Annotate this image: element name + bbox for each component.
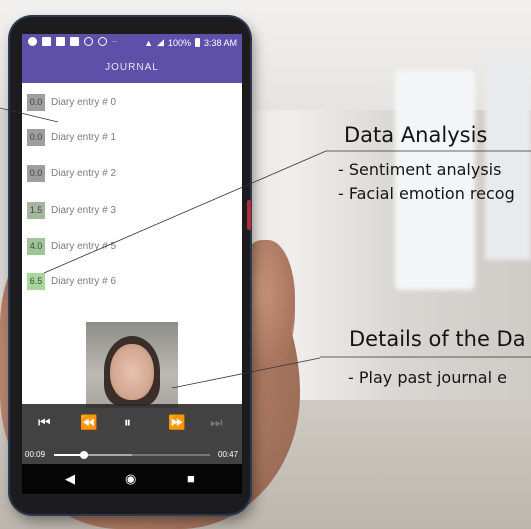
- diary-entry-row[interactable]: 4.0 Diary entry # 5: [27, 237, 116, 255]
- diary-entry-label: Diary entry # 6: [51, 275, 117, 287]
- instagram-icon: [98, 37, 107, 46]
- seek-handle[interactable]: [79, 451, 88, 459]
- diary-entry-label: Diary entry # 3: [51, 204, 117, 216]
- status-right: ▲ ◢ 100% 3:38 AM: [144, 37, 237, 48]
- wifi-icon: ▲: [144, 37, 154, 48]
- sentiment-score-badge: 6.5: [27, 272, 45, 290]
- sentiment-score-badge: 4.0: [27, 237, 45, 255]
- callout-title-data-analysis: Data Analysis: [344, 123, 488, 147]
- seek-bar[interactable]: [54, 451, 210, 459]
- diary-entry-label: Diary entry # 0: [51, 96, 117, 108]
- notification-icon: [28, 37, 37, 46]
- diary-entry-label: Diary entry # 5: [51, 240, 117, 252]
- skip-next-icon: ⏭: [210, 414, 223, 430]
- sentiment-score-badge: 0.0: [27, 128, 45, 146]
- phone-side-button: [247, 200, 251, 230]
- diary-entry-row[interactable]: 0.0 Diary entry # 0: [27, 93, 116, 111]
- home-icon[interactable]: ◉: [125, 471, 136, 487]
- battery-percent: 100%: [167, 37, 191, 48]
- clock: 3:38 AM: [203, 37, 237, 48]
- recents-icon[interactable]: ■: [187, 471, 195, 486]
- skip-previous-icon[interactable]: ⏮: [38, 414, 51, 431]
- elapsed-time: 00:09: [25, 450, 46, 459]
- diary-entry-row[interactable]: 1.5 Diary entry # 3: [27, 201, 116, 219]
- more-notifications-icon: ··: [112, 37, 118, 46]
- callout-item-facial-emotion: - Facial emotion recog: [338, 184, 515, 203]
- sentiment-score-badge: 0.0: [27, 164, 45, 182]
- pause-icon[interactable]: ⏸: [124, 414, 131, 431]
- fast-forward-icon[interactable]: ⏩: [168, 414, 185, 431]
- diary-entry-row[interactable]: 6.5 Diary entry # 6: [27, 272, 116, 290]
- callout-title-details: Details of the Da: [349, 327, 526, 351]
- sentiment-score-badge: 0.0: [27, 93, 45, 111]
- app-bar: JOURNAL: [22, 53, 242, 83]
- sync-icon: [84, 37, 93, 46]
- diary-entry-row[interactable]: 0.0 Diary entry # 1: [27, 128, 116, 146]
- battery-icon: [194, 38, 200, 47]
- video-person-face: [110, 344, 154, 400]
- back-icon[interactable]: ◀: [65, 471, 75, 487]
- total-time: 00:47: [218, 450, 239, 459]
- callout-item-sentiment: - Sentiment analysis: [338, 160, 502, 179]
- background-window: [395, 70, 475, 290]
- sentiment-score-badge: 1.5: [27, 201, 45, 219]
- video-preview[interactable]: [86, 322, 178, 408]
- media-player-controls: ⏮ ⏪ ⏸ ⏩ ⏭ 00:09 00:47: [22, 404, 242, 464]
- phone-screen: ·· ▲ ◢ 100% 3:38 AM JOURNAL 0.0 Diary ent…: [22, 34, 242, 494]
- calendar-icon: [70, 37, 79, 46]
- android-nav-bar: ◀ ◉ ■: [22, 464, 242, 494]
- diary-entry-label: Diary entry # 2: [51, 167, 117, 179]
- app-title: JOURNAL: [105, 62, 159, 73]
- status-bar: ·· ▲ ◢ 100% 3:38 AM: [22, 34, 242, 53]
- image-icon: [56, 37, 65, 46]
- callout-item-play-past: - Play past journal e: [348, 368, 507, 387]
- notification-icons: ··: [28, 37, 117, 46]
- diary-entry-row[interactable]: 0.0 Diary entry # 2: [27, 164, 116, 182]
- rewind-icon[interactable]: ⏪: [80, 414, 97, 431]
- diary-entry-label: Diary entry # 1: [51, 131, 117, 143]
- signal-icon: ◢: [157, 37, 164, 47]
- mail-icon: [42, 37, 51, 46]
